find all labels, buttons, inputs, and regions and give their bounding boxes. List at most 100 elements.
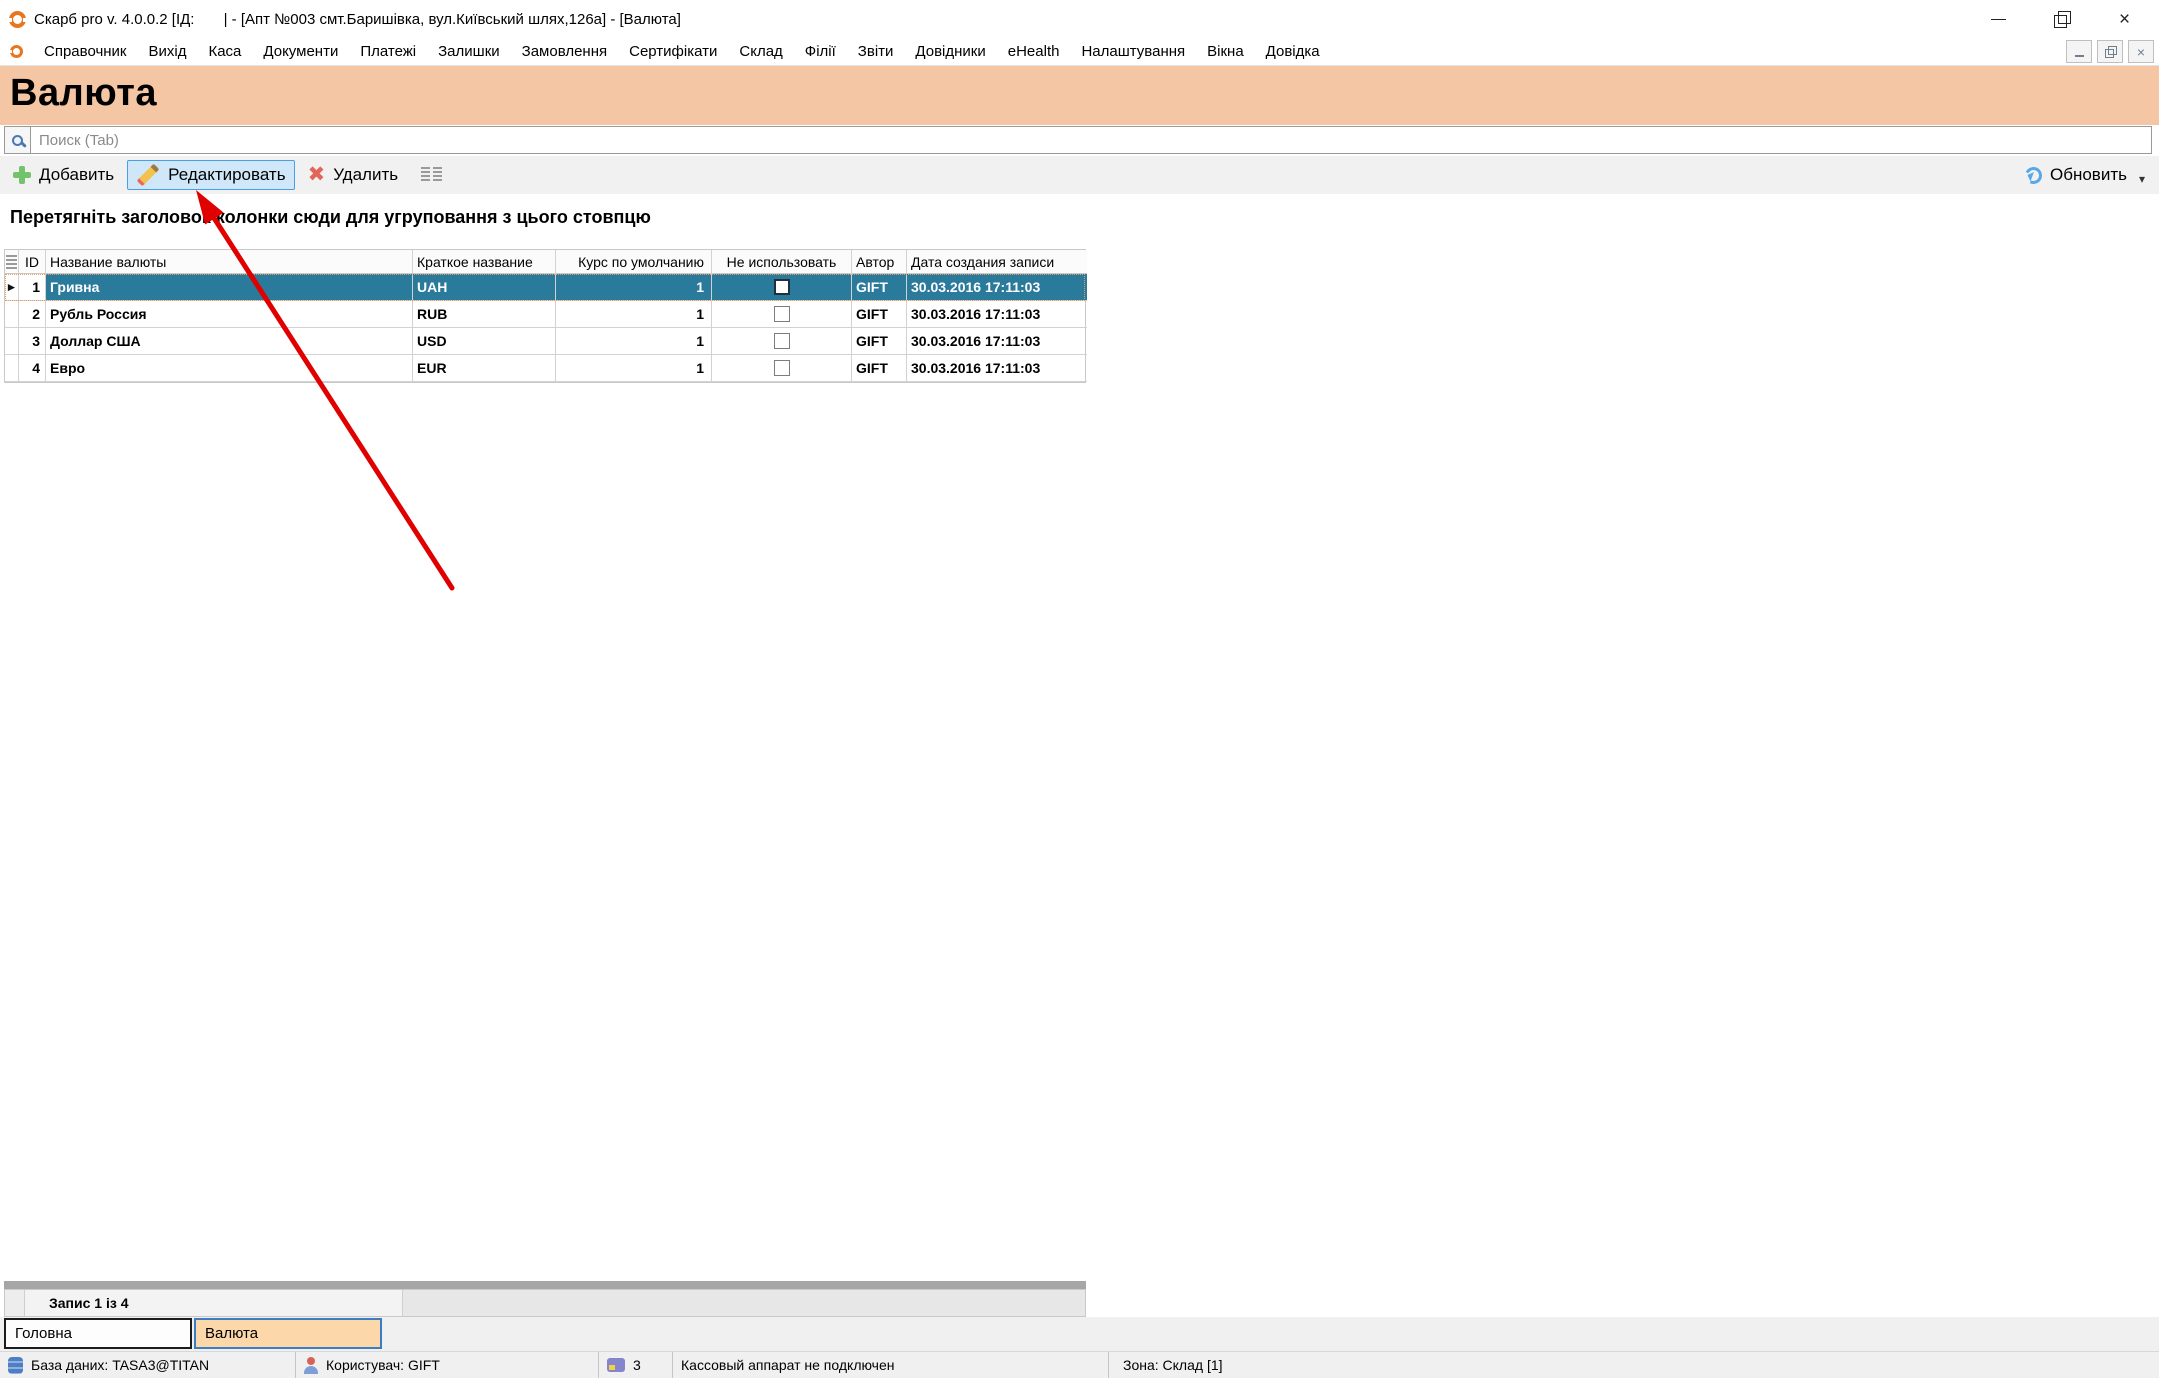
grid-footer: Запис 1 із 4 <box>4 1289 1086 1317</box>
cell-id: 1 <box>19 274 46 301</box>
refresh-button[interactable]: Обновить ▾ <box>2025 164 2159 186</box>
menu-zalyshky[interactable]: Залишки <box>427 39 511 64</box>
menu-kasa[interactable]: Каса <box>197 39 252 64</box>
unused-checkbox[interactable] <box>774 333 790 349</box>
statusbar-user: Користувач: GIFT <box>295 1352 598 1378</box>
menu-zamovlennia[interactable]: Замовлення <box>511 39 618 64</box>
table-row-usd[interactable]: 3 Доллар США USD 1 GIFT 30.03.2016 17:11… <box>5 328 1085 355</box>
grid-grip-icon <box>6 255 17 269</box>
menu-sklad[interactable]: Склад <box>728 39 793 64</box>
header-indicator-cell <box>5 250 19 274</box>
window-close-button[interactable]: × <box>2116 11 2133 28</box>
mdi-minimize-button[interactable] <box>2066 40 2092 63</box>
tab-valiuta[interactable]: Валюта <box>194 1318 382 1349</box>
zone-label: Зона: Склад [1] <box>1123 1357 1223 1373</box>
menu-dovidnyky[interactable]: Довідники <box>904 39 996 64</box>
grid-horizontal-scrollbar[interactable] <box>4 1281 1086 1289</box>
menu-dokumenty[interactable]: Документи <box>252 39 349 64</box>
refresh-icon <box>2023 164 2045 186</box>
edit-button[interactable]: Редактировать <box>127 160 294 190</box>
edit-button-label: Редактировать <box>168 165 285 185</box>
cell-code: RUB <box>413 301 556 328</box>
unused-checkbox[interactable] <box>774 306 790 322</box>
unused-checkbox[interactable] <box>774 360 790 376</box>
row-indicator-cell <box>5 328 19 355</box>
application-window: Скарб pro v. 4.0.0.2 [ІД: | - [Апт №003 … <box>0 0 2159 1378</box>
tab-holovna[interactable]: Головна <box>4 1318 192 1349</box>
table-header-row: ID Название валюты Краткое название Курс… <box>5 250 1085 274</box>
column-header-id[interactable]: ID <box>19 250 46 274</box>
plus-icon <box>13 166 31 184</box>
menu-zvity[interactable]: Звіти <box>847 39 905 64</box>
mdi-restore-button[interactable] <box>2097 40 2123 63</box>
cell-code: EUR <box>413 355 556 382</box>
cell-created: 30.03.2016 17:11:03 <box>907 274 1087 301</box>
column-chooser-button[interactable] <box>421 167 442 183</box>
app-icon <box>9 11 26 28</box>
column-header-name[interactable]: Название валюты <box>46 250 413 274</box>
statusbar-cash-count: 3 <box>598 1352 672 1378</box>
grid-footer-indicator-cell <box>5 1290 25 1316</box>
cell-unused <box>712 328 852 355</box>
pencil-icon <box>137 164 160 187</box>
menu-vikna[interactable]: Вікна <box>1196 39 1255 64</box>
menu-nalashtuvannia[interactable]: Налаштування <box>1070 39 1196 64</box>
record-status: Запис 1 із 4 <box>25 1290 403 1316</box>
cell-id: 2 <box>19 301 46 328</box>
add-button[interactable]: Добавить <box>4 160 123 190</box>
column-header-created[interactable]: Дата создания записи <box>907 250 1087 274</box>
column-header-rate[interactable]: Курс по умолчанию <box>556 250 712 274</box>
statusbar-zone: Зона: Склад [1] <box>1108 1352 2159 1378</box>
cash-count-label: 3 <box>633 1357 641 1373</box>
toolbar: Добавить Редактировать ✖ Удалить Обновит… <box>0 156 2159 194</box>
current-row-arrow-icon: ► <box>6 280 18 294</box>
menu-platezhi[interactable]: Платежі <box>349 39 427 64</box>
refresh-button-label: Обновить <box>2050 165 2127 185</box>
delete-button-label: Удалить <box>333 165 398 185</box>
unused-checkbox[interactable] <box>774 279 790 295</box>
window-minimize-button[interactable] <box>1990 11 2007 28</box>
row-indicator-cell <box>5 301 19 328</box>
currency-table: ID Название валюты Краткое название Курс… <box>4 249 1086 383</box>
mdi-close-button[interactable]: × <box>2128 40 2154 63</box>
search-button[interactable] <box>5 127 31 153</box>
column-header-code[interactable]: Краткое название <box>413 250 556 274</box>
group-by-hint: Перетягніть заголовок колонки сюди для у… <box>0 194 2159 228</box>
search-icon <box>12 135 23 146</box>
refresh-dropdown-caret[interactable]: ▾ <box>2139 172 2145 186</box>
menu-bar: Справочник Вихід Каса Документи Платежі … <box>0 38 2159 66</box>
menu-sertyfikaty[interactable]: Сертифікати <box>618 39 728 64</box>
column-header-unused[interactable]: Не использовать <box>712 250 852 274</box>
cell-id: 3 <box>19 328 46 355</box>
cell-name: Гривна <box>46 274 413 301</box>
menu-dovidka[interactable]: Довідка <box>1255 39 1331 64</box>
search-box <box>4 126 2152 154</box>
cell-rate: 1 <box>556 328 712 355</box>
mdi-child-icon <box>10 45 23 58</box>
window-title: Скарб pro v. 4.0.0.2 [ІД: | - [Апт №003 … <box>34 11 681 28</box>
cash-register-icon <box>607 1358 625 1372</box>
page-title: Валюта <box>0 66 2159 115</box>
column-header-author[interactable]: Автор <box>852 250 907 274</box>
table-row-uah[interactable]: ► 1 Гривна UAH 1 GIFT 30.03.2016 17:11:0… <box>5 274 1085 301</box>
delete-button[interactable]: ✖ Удалить <box>299 160 408 190</box>
cell-unused <box>712 301 852 328</box>
cell-code: USD <box>413 328 556 355</box>
window-restore-button[interactable] <box>2053 11 2070 28</box>
row-indicator-cell: ► <box>5 274 19 301</box>
cell-unused <box>712 274 852 301</box>
cell-rate: 1 <box>556 274 712 301</box>
menu-vykhid[interactable]: Вихід <box>138 39 198 64</box>
group-by-drop-zone[interactable]: Перетягніть заголовок колонки сюди для у… <box>0 194 2159 249</box>
statusbar-database: База даних: TASA3@TITAN <box>0 1352 295 1378</box>
search-input[interactable] <box>31 132 2151 149</box>
menu-spravochnik[interactable]: Справочник <box>33 39 138 64</box>
search-row <box>0 125 2159 156</box>
table-row-eur[interactable]: 4 Евро EUR 1 GIFT 30.03.2016 17:11:03 <box>5 355 1085 382</box>
cell-created: 30.03.2016 17:11:03 <box>907 355 1087 382</box>
table-row-rub[interactable]: 2 Рубль Россия RUB 1 GIFT 30.03.2016 17:… <box>5 301 1085 328</box>
cell-author: GIFT <box>852 355 907 382</box>
menu-ehealth[interactable]: eHealth <box>997 39 1071 64</box>
menu-filii[interactable]: Філії <box>794 39 847 64</box>
cell-unused <box>712 355 852 382</box>
